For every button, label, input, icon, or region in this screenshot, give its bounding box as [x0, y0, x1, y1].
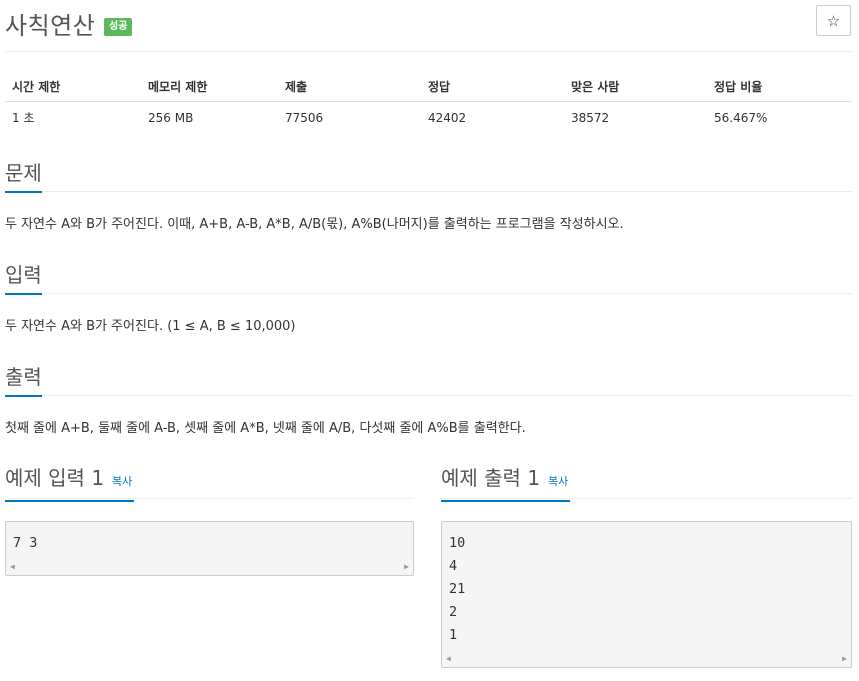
problem-description: 두 자연수 A와 B가 주어진다. 이때, A+B, A-B, A*B, A/B…	[5, 217, 624, 232]
submissions-header: 제출	[278, 72, 421, 102]
submissions-value: 77506	[285, 110, 324, 125]
output-description: 첫째 줄에 A+B, 둘째 줄에 A-B, 셋째 줄에 A*B, 넷째 줄에 A…	[5, 421, 526, 436]
copy-sample-input-button[interactable]: 복사	[112, 475, 132, 488]
sample-input-title: 예제 입력 1	[5, 466, 105, 490]
sample-output-panel: 예제 출력 1 복사 10 4 21 2 1 ◀ ▶	[441, 466, 852, 668]
sample-input-heading: 예제 입력 1 복사	[5, 466, 135, 502]
input-section: 입력 두 자연수 A와 B가 주어진다. (1 ≤ A, B ≤ 10,000)	[5, 263, 852, 336]
solved-users-value: 38572	[571, 110, 610, 125]
sample-output-code[interactable]: 10 4 21 2 1 ◀ ▶	[441, 521, 852, 668]
time-limit-header: 시간 제한	[5, 72, 141, 102]
problem-section: 문제 두 자연수 A와 B가 주어진다. 이때, A+B, A-B, A*B, …	[5, 161, 852, 234]
memory-limit-header: 메모리 제한	[141, 72, 278, 102]
horizontal-scrollbar[interactable]: ◀ ▶	[442, 653, 851, 667]
status-badge: 성공	[104, 18, 133, 36]
accepted-header: 정답	[421, 72, 564, 102]
solved-users-header: 맞은 사람	[564, 72, 707, 102]
sample-input-panel: 예제 입력 1 복사 7 3 ◀ ▶	[5, 466, 414, 576]
sample-input-content: 7 3	[13, 535, 38, 551]
input-heading: 입력	[5, 263, 42, 295]
info-header-row: 시간 제한 메모리 제한 제출 정답 맞은 사람 정답 비율	[5, 72, 852, 102]
sample-input-header: 예제 입력 1 복사	[5, 466, 414, 502]
horizontal-scrollbar[interactable]: ◀ ▶	[6, 561, 413, 575]
sample-output-heading: 예제 출력 1 복사	[441, 466, 571, 502]
scroll-right-icon[interactable]: ▶	[404, 562, 409, 571]
sample-output-content: 10 4 21 2 1	[449, 535, 466, 643]
input-description: 두 자연수 A와 B가 주어진다. (1 ≤ A, B ≤ 10,000)	[5, 319, 296, 334]
info-value-row: 1 초 256 MB 77506 42402 38572 56.467%	[5, 101, 852, 134]
accept-ratio-header: 정답 비율	[707, 72, 852, 102]
problem-section-header: 문제	[5, 161, 852, 193]
output-section: 출력 첫째 줄에 A+B, 둘째 줄에 A-B, 셋째 줄에 A*B, 넷째 줄…	[5, 365, 852, 438]
output-section-header: 출력	[5, 365, 852, 397]
sample-output-title: 예제 출력 1	[441, 466, 541, 490]
problem-heading: 문제	[5, 161, 42, 193]
scroll-left-icon[interactable]: ◀	[446, 654, 451, 663]
memory-limit-value: 256 MB	[148, 110, 194, 125]
sample-input-code[interactable]: 7 3 ◀ ▶	[5, 521, 414, 576]
star-button[interactable]: ☆	[816, 5, 851, 36]
input-section-header: 입력	[5, 263, 852, 295]
star-icon: ☆	[826, 11, 841, 30]
output-heading: 출력	[5, 365, 42, 397]
problem-info-table: 시간 제한 메모리 제한 제출 정답 맞은 사람 정답 비율 1 초 256 M…	[5, 72, 852, 134]
accept-ratio-value: 56.467%	[714, 110, 768, 125]
page-title: 사칙연산	[5, 12, 96, 40]
scroll-right-icon[interactable]: ▶	[842, 654, 847, 663]
copy-sample-output-button[interactable]: 복사	[548, 475, 568, 488]
sample-output-header: 예제 출력 1 복사	[441, 466, 852, 502]
title-divider	[5, 51, 852, 52]
accepted-value: 42402	[428, 110, 467, 125]
title-row: 사칙연산 성공 ☆	[5, 4, 852, 44]
time-limit-value: 1 초	[12, 111, 35, 126]
scroll-left-icon[interactable]: ◀	[10, 562, 15, 571]
